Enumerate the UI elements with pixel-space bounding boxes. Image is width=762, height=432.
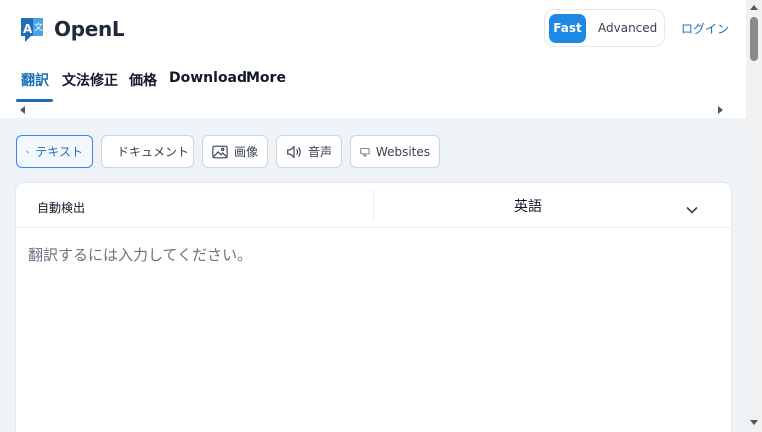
svg-text:A: A [23,22,33,36]
horizontal-scrollbar[interactable] [0,102,746,118]
header: A 文 OpenL Fast Advanced ログイン [0,0,746,58]
input-type-image-button[interactable]: 画像 [202,135,268,168]
mode-toggle: Fast Advanced [544,9,665,47]
mode-fast-button[interactable]: Fast [549,13,586,43]
input-type-label: 画像 [233,145,258,159]
tab-grammar[interactable]: 文法修正 [62,70,118,90]
input-type-label: テキスト [35,145,83,159]
page: A 文 OpenL Fast Advanced ログイン 翻訳 文法修正 価格 … [0,0,746,432]
language-divider [373,189,374,221]
source-text-input[interactable]: 翻訳するには入力してください。 [28,244,252,265]
scroll-up-arrow-icon[interactable] [750,5,758,10]
logo-icon: A 文 [18,14,48,44]
mode-advanced-button[interactable]: Advanced [598,21,657,35]
nav-tabs: 翻訳 文法修正 価格 Download More [0,58,746,102]
chevron-down-icon[interactable] [686,199,698,218]
monitor-icon [360,147,370,156]
tab-more[interactable]: More [246,70,286,86]
vertical-scrollbar[interactable] [746,0,762,432]
scroll-down-arrow-icon[interactable] [750,420,758,425]
tab-pricing[interactable]: 価格 [129,70,157,90]
input-type-label: Websites [375,144,430,159]
scrollbar-thumb[interactable] [750,17,758,61]
image-icon [212,145,228,158]
scroll-left-arrow-icon[interactable] [20,106,25,114]
svg-text:文: 文 [34,21,43,33]
input-type-label: ドキュメント [117,145,190,159]
speaker-icon [287,144,301,159]
scroll-right-arrow-icon[interactable] [718,106,723,114]
source-language-select[interactable]: 自動検出 [37,199,85,216]
main-content: テキスト ドキュメント 画像 音声 Websites 自動検出 英語 翻訳するに… [0,118,746,432]
logo-text: OpenL [54,17,125,41]
input-type-text-button[interactable]: テキスト [16,135,93,168]
input-type-audio-button[interactable]: 音声 [276,135,342,168]
language-bar: 自動検出 英語 [16,183,731,228]
input-type-label: 音声 [307,145,332,159]
logo[interactable]: A 文 OpenL [18,14,125,44]
login-link[interactable]: ログイン [681,20,729,37]
target-language-select[interactable]: 英語 [514,196,542,216]
input-type-document-button[interactable]: ドキュメント [101,135,194,168]
translate-icon [26,150,30,153]
input-type-websites-button[interactable]: Websites [350,135,440,168]
tab-translate[interactable]: 翻訳 [21,70,49,90]
tab-download[interactable]: Download [169,70,247,86]
translator-card: 自動検出 英語 翻訳するには入力してください。 [16,183,731,432]
